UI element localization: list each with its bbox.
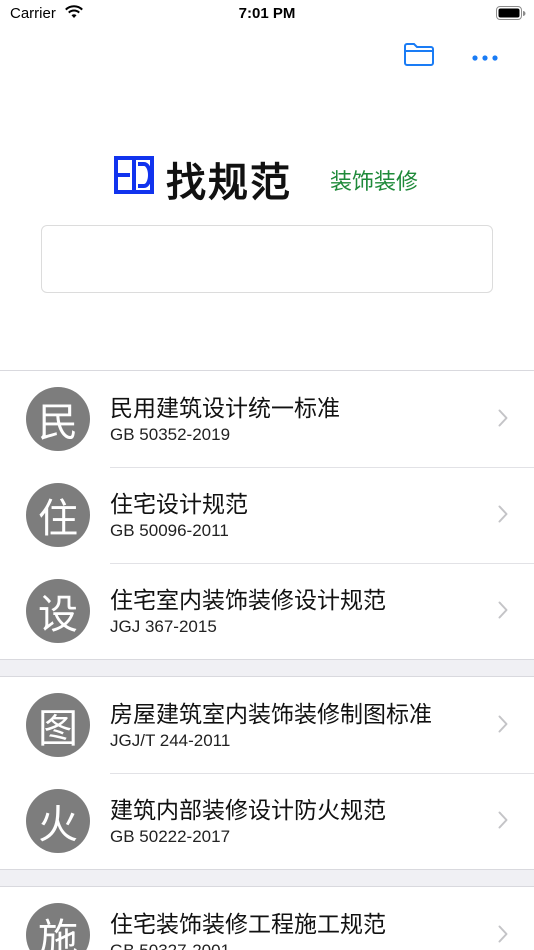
section-separator [0, 870, 534, 886]
item-code: GB 50222-2017 [110, 827, 231, 846]
glyph-avatar: 施 [26, 903, 90, 950]
battery-icon [496, 6, 526, 25]
list-item[interactable]: 民 民用建筑设计统一标准 GB 50352-2019 [0, 371, 534, 467]
more-button[interactable] [466, 40, 504, 72]
app-title: 找规范 [166, 159, 292, 206]
section-separator [0, 660, 534, 676]
item-code: JGJ/T 244-2011 [110, 731, 231, 750]
item-code: GB 50327-2001 [110, 941, 230, 950]
list-item[interactable]: 施 住宅装饰装修工程施工规范 GB 50327-2001 [0, 887, 534, 950]
chevron-right-icon [498, 811, 508, 829]
search-field[interactable] [41, 225, 493, 293]
chevron-right-icon [498, 925, 508, 943]
app-logo: 找规范 装饰装修 [0, 150, 534, 206]
glyph-avatar: 民 [26, 387, 90, 451]
item-title: 民用建筑设计统一标准 [110, 396, 340, 422]
folder-button[interactable] [400, 40, 438, 72]
chevron-right-icon [498, 505, 508, 523]
list-item[interactable]: 住 住宅设计规范 GB 50096-2011 [0, 467, 534, 563]
list-section: 图 房屋建筑室内装饰装修制图标准 JGJ/T 244-2011 火 建筑内部装修… [0, 676, 534, 870]
chevron-right-icon [498, 601, 508, 619]
list-item[interactable]: 火 建筑内部装修设计防火规范 GB 50222-2017 [0, 773, 534, 869]
chevron-right-icon [498, 409, 508, 427]
glyph-avatar: 设 [26, 579, 90, 643]
glyph-avatar: 图 [26, 693, 90, 757]
ellipsis-icon [472, 47, 498, 66]
list-item[interactable]: 设 住宅室内装饰装修设计规范 JGJ 367-2015 [0, 563, 534, 659]
search-input[interactable] [42, 226, 492, 292]
item-code: JGJ 367-2015 [110, 617, 217, 636]
app-subtitle: 装饰装修 [330, 170, 419, 195]
standards-list: 民 民用建筑设计统一标准 GB 50352-2019 住 住宅设计规范 GB 5… [0, 370, 534, 950]
item-code: GB 50352-2019 [110, 425, 231, 444]
chevron-right-icon [498, 715, 508, 733]
list-section: 施 住宅装饰装修工程施工规范 GB 50327-2001 [0, 886, 534, 950]
status-bar: Carrier 7:01 PM [0, 0, 534, 30]
status-time: 7:01 PM [238, 5, 296, 22]
item-title: 房屋建筑室内装饰装修制图标准 [110, 702, 432, 728]
item-title: 建筑内部装修设计防火规范 [110, 798, 386, 824]
item-title: 住宅设计规范 [110, 492, 248, 518]
folder-icon [403, 41, 435, 71]
item-title: 住宅装饰装修工程施工规范 [110, 912, 386, 938]
glyph-avatar: 火 [26, 789, 90, 853]
item-code: GB 50096-2011 [110, 521, 229, 540]
list-section: 民 民用建筑设计统一标准 GB 50352-2019 住 住宅设计规范 GB 5… [0, 370, 534, 660]
book-logo-icon [114, 156, 154, 198]
glyph-avatar: 住 [26, 483, 90, 547]
list-item[interactable]: 图 房屋建筑室内装饰装修制图标准 JGJ/T 244-2011 [0, 677, 534, 773]
item-title: 住宅室内装饰装修设计规范 [110, 588, 386, 614]
